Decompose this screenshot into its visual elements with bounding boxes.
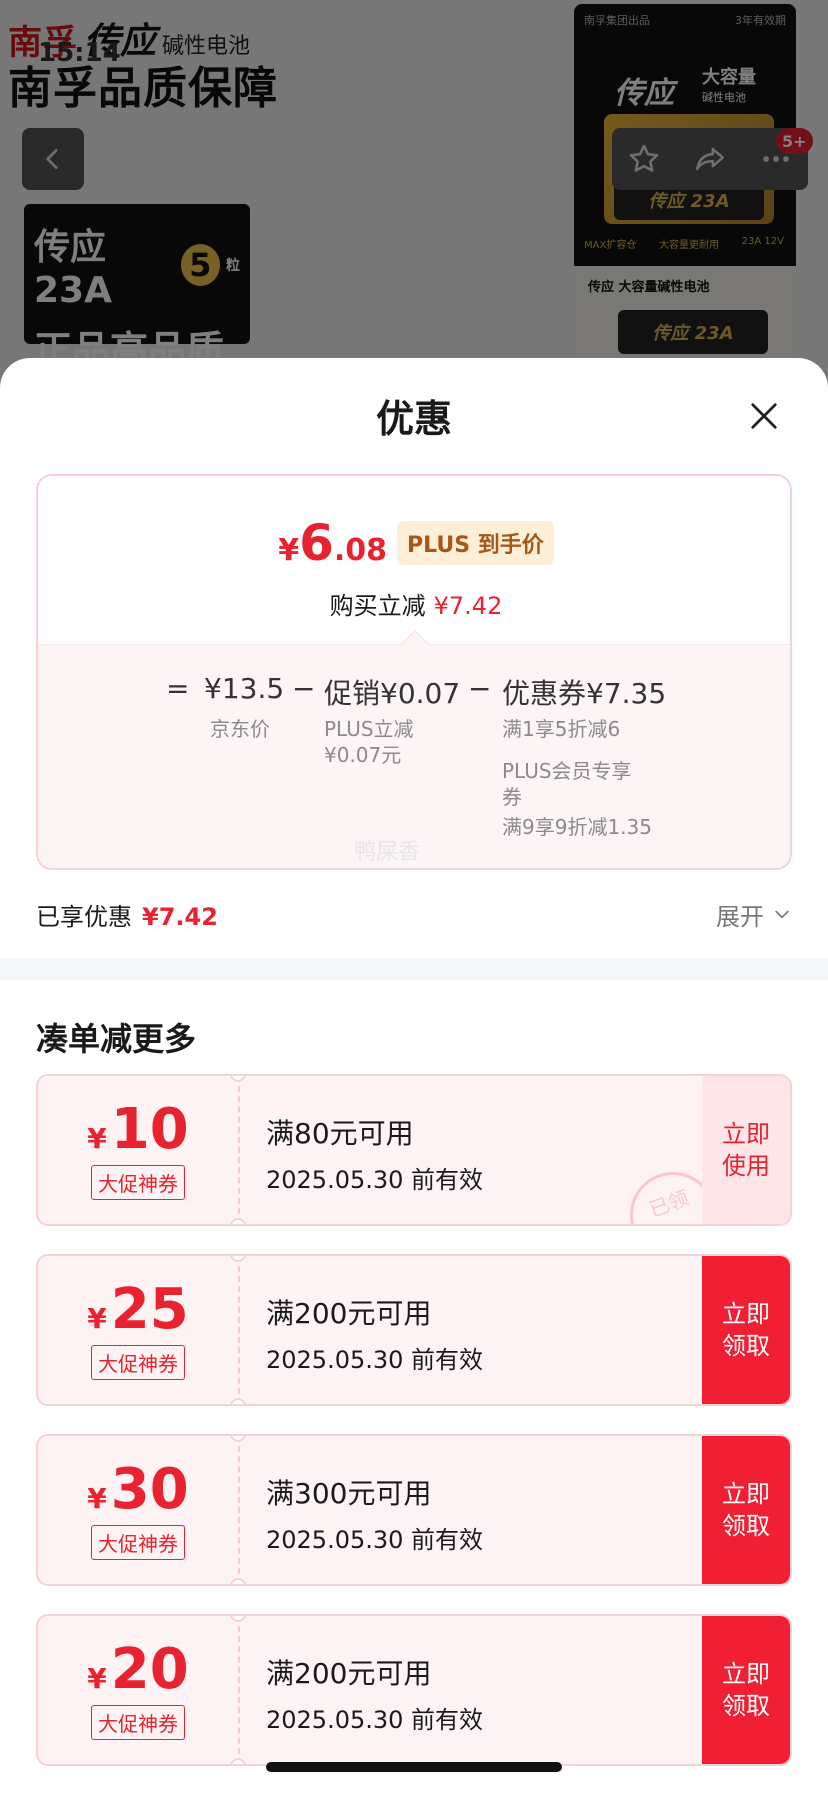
coupon-amount-number: 20 [110, 1636, 189, 1702]
final-price-integer: 6 [299, 514, 334, 572]
chevron-down-icon [775, 910, 789, 919]
coupon-card: ¥20 大促神券 满200元可用 2025.05.30 前有效 立即领取 [36, 1614, 792, 1766]
coupon-card: ¥30 大促神券 满300元可用 2025.05.30 前有效 立即领取 [36, 1434, 792, 1586]
enjoyed-discount: 已享优惠 ¥7.42 [36, 897, 218, 932]
coupon-detail-2: PLUS会员专享 券 [502, 759, 632, 809]
enjoyed-amount: ¥7.42 [142, 902, 218, 931]
coupon-condition: 满200元可用 [266, 1297, 432, 1330]
coupon-amount: ¥20 [87, 1636, 189, 1702]
coupon-tag: 大促神券 [91, 1344, 185, 1380]
final-price-row: ¥ 6 .08 PLUS 到手价 [38, 514, 790, 572]
coupon-value: ¥25 大促神券 [38, 1256, 238, 1404]
coupon-value: ¥30 大促神券 [38, 1436, 238, 1584]
coupon-validity: 2025.05.30 前有效 [266, 1346, 484, 1374]
enjoyed-discount-row: 已享优惠 ¥7.42 展开 [36, 894, 792, 934]
coupon-validity: 2025.05.30 前有效 [266, 1526, 484, 1554]
claim-coupon-button[interactable]: 立即领取 [702, 1256, 790, 1404]
enjoyed-label: 已享优惠 [36, 902, 132, 931]
formula-equals: = [166, 672, 190, 705]
home-indicator[interactable] [266, 1762, 562, 1772]
expand-button[interactable]: 展开 [716, 897, 792, 932]
coupon-notch-bottom [230, 1218, 246, 1224]
coupon-currency: ¥ [87, 1301, 107, 1335]
plus-price-tag: PLUS 到手价 [397, 521, 554, 565]
coupon-condition: 满200元可用 [266, 1657, 432, 1690]
final-price-currency: ¥ [278, 533, 300, 568]
coupon-card: ¥10 大促神券 满80元可用 2025.05.30 前有效 已领 立即使用 [36, 1074, 792, 1226]
formula-jd-price: ¥13.5 [204, 672, 285, 705]
coupon-currency: ¥ [87, 1481, 107, 1515]
formula-minus-2: − [468, 672, 492, 705]
coupon-condition: 满300元可用 [266, 1477, 432, 1510]
coupon-detail-1: 满1享5折减6 [502, 717, 621, 741]
coupon-separator [238, 1616, 240, 1764]
coupon-validity: 2025.05.30 前有效 [266, 1706, 484, 1734]
coupon-detail-3: 满9享9折减1.35 [502, 815, 652, 839]
coupon-notch-bottom [230, 1398, 246, 1404]
price-breakdown-card: ¥ 6 .08 PLUS 到手价 购买立减 ¥7.42 = ¥13.5 − 促销¥… [36, 474, 792, 870]
coupon-amount: ¥30 [87, 1456, 189, 1522]
coupon-currency: ¥ [87, 1661, 107, 1695]
sheet-title: 优惠 [375, 397, 452, 441]
coupon-validity: 2025.05.30 前有效 [266, 1166, 484, 1194]
coupon-value: ¥10 大促神券 [38, 1076, 238, 1224]
close-icon [751, 403, 777, 429]
final-price-decimal: .08 [333, 533, 388, 568]
reduce-label: 购买立减 [329, 592, 426, 620]
coupon-amount: ¥25 [87, 1276, 189, 1342]
coupon-amount-number: 10 [110, 1096, 189, 1162]
coupon-amount: ¥10 [87, 1096, 189, 1162]
plus-reduce-label: PLUS立减 ¥0.07元 [324, 717, 414, 767]
coupon-separator [238, 1436, 240, 1584]
coupon-tag: 大促神券 [91, 1704, 185, 1740]
formula-coupon: 优惠券¥7.35 [502, 677, 667, 710]
jd-price-label: 京东价 [210, 717, 270, 741]
formula-minus-1: − [292, 672, 316, 705]
expand-label: 展开 [716, 902, 764, 931]
coupon-notch-bottom [230, 1578, 246, 1584]
coupon-separator [238, 1076, 240, 1224]
watermark: 鸭屎香 [354, 840, 421, 865]
purchase-reduce-row: 购买立减 ¥7.42 [38, 586, 790, 621]
formula-promo: 促销¥0.07 [324, 677, 461, 710]
final-price: ¥ 6 .08 [278, 514, 387, 572]
coupon-notch-bottom [230, 1758, 246, 1764]
modal-overlay[interactable] [0, 0, 828, 380]
section-divider [0, 958, 828, 980]
coupon-tag: 大促神券 [91, 1524, 185, 1560]
coupon-amount-number: 25 [110, 1276, 189, 1342]
discount-sheet: 优惠 ¥ 6 .08 PLUS 到手价 购买立减 ¥7.42 = ¥13.5 − … [0, 358, 828, 1793]
section-title: 凑单减更多 [36, 1020, 197, 1058]
coupon-value: ¥20 大促神券 [38, 1616, 238, 1764]
coupon-currency: ¥ [87, 1121, 107, 1155]
use-coupon-button[interactable]: 立即使用 [702, 1076, 790, 1224]
reduce-amount: ¥7.42 [433, 592, 503, 620]
coupon-condition: 满80元可用 [266, 1117, 414, 1150]
coupon-tag: 大促神券 [91, 1164, 185, 1200]
claim-coupon-button[interactable]: 立即领取 [702, 1616, 790, 1764]
coupon-amount-number: 30 [110, 1456, 189, 1522]
close-button[interactable] [742, 394, 786, 438]
coupon-card: ¥25 大促神券 满200元可用 2025.05.30 前有效 立即领取 [36, 1254, 792, 1406]
claim-coupon-button[interactable]: 立即领取 [702, 1436, 790, 1584]
coupon-separator [238, 1256, 240, 1404]
